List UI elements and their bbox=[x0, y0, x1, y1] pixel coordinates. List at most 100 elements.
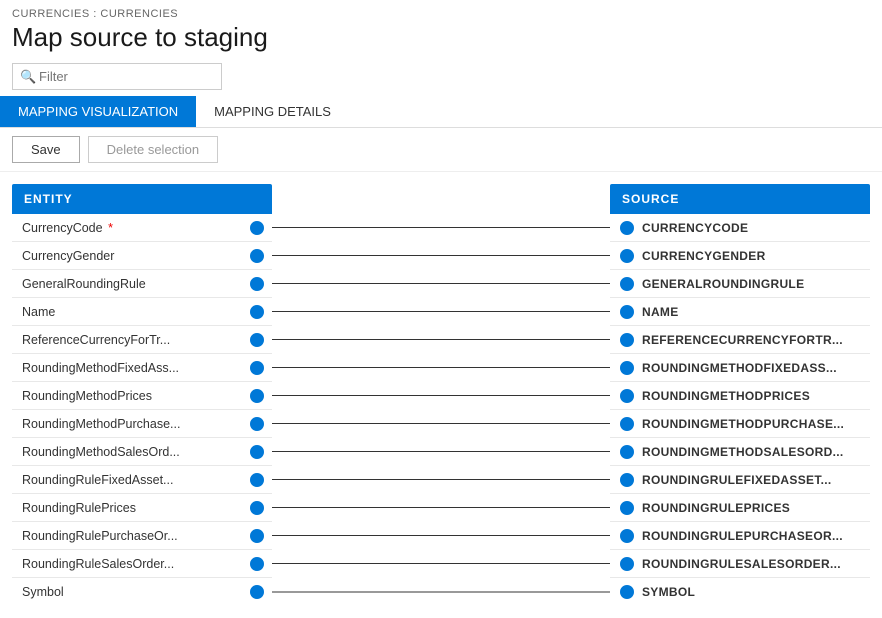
source-dot bbox=[620, 277, 634, 291]
source-dot bbox=[620, 389, 634, 403]
entity-dot bbox=[250, 277, 264, 291]
entity-row-label: CurrencyGender bbox=[22, 249, 244, 263]
entity-row-label: RoundingRuleSalesOrder... bbox=[22, 557, 244, 571]
entity-row[interactable]: RoundingMethodPurchase... bbox=[12, 410, 272, 438]
source-dot bbox=[620, 501, 634, 515]
source-dot bbox=[620, 473, 634, 487]
source-dot bbox=[620, 585, 634, 599]
entity-dot bbox=[250, 445, 264, 459]
source-row[interactable]: ROUNDINGRULEPURCHASEOR... bbox=[610, 522, 870, 550]
source-dot bbox=[620, 417, 634, 431]
entity-dot bbox=[250, 417, 264, 431]
source-dot bbox=[620, 557, 634, 571]
tab-mapping-visualization[interactable]: MAPPING VISUALIZATION bbox=[0, 96, 196, 127]
source-dot bbox=[620, 529, 634, 543]
source-row[interactable]: ROUNDINGMETHODPRICES bbox=[610, 382, 870, 410]
source-row-label: ROUNDINGRULEPRICES bbox=[642, 501, 790, 515]
entity-row[interactable]: GeneralRoundingRule bbox=[12, 270, 272, 298]
entity-dot bbox=[250, 249, 264, 263]
entity-dot bbox=[250, 333, 264, 347]
source-row[interactable]: ROUNDINGRULEFIXEDASSET... bbox=[610, 466, 870, 494]
source-row[interactable]: REFERENCECURRENCYFORTR... bbox=[610, 326, 870, 354]
source-row-label: CURRENCYCODE bbox=[642, 221, 748, 235]
entity-row-label: Name bbox=[22, 305, 244, 319]
entity-dot bbox=[250, 473, 264, 487]
entity-dot bbox=[250, 221, 264, 235]
tabs-row: MAPPING VISUALIZATION MAPPING DETAILS bbox=[0, 96, 882, 128]
source-row-label: GENERALROUNDINGRULE bbox=[642, 277, 804, 291]
entity-row-label: RoundingMethodPrices bbox=[22, 389, 244, 403]
entity-row[interactable]: CurrencyGender bbox=[12, 242, 272, 270]
save-button[interactable]: Save bbox=[12, 136, 80, 163]
breadcrumb: CURRENCIES : CURRENCIES bbox=[12, 8, 870, 20]
entity-panel-header: ENTITY bbox=[12, 184, 272, 214]
toolbar: Save Delete selection bbox=[0, 128, 882, 172]
entity-row[interactable]: CurrencyCode * bbox=[12, 214, 272, 242]
entity-dot bbox=[250, 305, 264, 319]
entity-row-label: RoundingRulePurchaseOr... bbox=[22, 529, 244, 543]
source-row[interactable]: CURRENCYGENDER bbox=[610, 242, 870, 270]
entity-dot bbox=[250, 529, 264, 543]
source-row[interactable]: CURRENCYCODE bbox=[610, 214, 870, 242]
search-icon: 🔍 bbox=[20, 69, 36, 85]
delete-selection-button[interactable]: Delete selection bbox=[88, 136, 219, 163]
source-dot bbox=[620, 361, 634, 375]
entity-row-label: CurrencyCode * bbox=[22, 221, 244, 235]
source-row-label: ROUNDINGMETHODFIXEDASS... bbox=[642, 361, 837, 375]
entity-dot bbox=[250, 501, 264, 515]
source-row[interactable]: NAME bbox=[610, 298, 870, 326]
entity-dot bbox=[250, 557, 264, 571]
source-row[interactable]: ROUNDINGMETHODSALESORD... bbox=[610, 438, 870, 466]
source-dot bbox=[620, 221, 634, 235]
entity-row[interactable]: RoundingMethodFixedAss... bbox=[12, 354, 272, 382]
entity-row[interactable]: RoundingRuleFixedAsset... bbox=[12, 466, 272, 494]
entity-dot bbox=[250, 361, 264, 375]
source-panel: SOURCE CURRENCYCODE CURRENCYGENDER GENERAL… bbox=[610, 184, 870, 606]
source-row-label: ROUNDINGMETHODSALESORD... bbox=[642, 445, 844, 459]
source-row-label: ROUNDINGMETHODPRICES bbox=[642, 389, 810, 403]
connector-lines bbox=[272, 184, 610, 600]
entity-row-label: RoundingRulePrices bbox=[22, 501, 244, 515]
source-dot bbox=[620, 333, 634, 347]
tab-mapping-details[interactable]: MAPPING DETAILS bbox=[196, 96, 349, 127]
entity-row-label: RoundingRuleFixedAsset... bbox=[22, 473, 244, 487]
entity-row[interactable]: Name bbox=[12, 298, 272, 326]
entity-row[interactable]: Symbol bbox=[12, 578, 272, 606]
panels-container: ENTITY CurrencyCode * CurrencyGender Gener… bbox=[12, 184, 870, 606]
entity-row[interactable]: RoundingRulePurchaseOr... bbox=[12, 522, 272, 550]
mapping-area: ENTITY CurrencyCode * CurrencyGender Gener… bbox=[0, 172, 882, 618]
source-row[interactable]: ROUNDINGRULESALESORDER... bbox=[610, 550, 870, 578]
source-row[interactable]: GENERALROUNDINGRULE bbox=[610, 270, 870, 298]
source-row[interactable]: SYMBOL bbox=[610, 578, 870, 606]
entity-row[interactable]: RoundingMethodPrices bbox=[12, 382, 272, 410]
entity-row-label: RoundingMethodSalesOrd... bbox=[22, 445, 244, 459]
source-row-label: REFERENCECURRENCYFORTR... bbox=[642, 333, 843, 347]
mapping-lines bbox=[272, 184, 610, 600]
page-title: Map source to staging bbox=[12, 22, 870, 53]
source-row[interactable]: ROUNDINGMETHODFIXEDASS... bbox=[610, 354, 870, 382]
entity-row[interactable]: RoundingRulePrices bbox=[12, 494, 272, 522]
source-row-label: CURRENCYGENDER bbox=[642, 249, 766, 263]
entity-row-label: RoundingMethodFixedAss... bbox=[22, 361, 244, 375]
source-row[interactable]: ROUNDINGMETHODPURCHASE... bbox=[610, 410, 870, 438]
source-panel-header: SOURCE bbox=[610, 184, 870, 214]
entity-row-label: ReferenceCurrencyForTr... bbox=[22, 333, 244, 347]
entity-row-label: Symbol bbox=[22, 585, 244, 599]
source-dot bbox=[620, 249, 634, 263]
source-row-label: ROUNDINGRULEFIXEDASSET... bbox=[642, 473, 832, 487]
source-dot bbox=[620, 445, 634, 459]
entity-row[interactable]: RoundingMethodSalesOrd... bbox=[12, 438, 272, 466]
source-row-label: NAME bbox=[642, 305, 679, 319]
source-row-label: ROUNDINGMETHODPURCHASE... bbox=[642, 417, 844, 431]
entity-row[interactable]: RoundingRuleSalesOrder... bbox=[12, 550, 272, 578]
source-row-label: ROUNDINGRULESALESORDER... bbox=[642, 557, 841, 571]
entity-row[interactable]: ReferenceCurrencyForTr... bbox=[12, 326, 272, 354]
entity-row-label: RoundingMethodPurchase... bbox=[22, 417, 244, 431]
source-dot bbox=[620, 305, 634, 319]
source-row[interactable]: ROUNDINGRULEPRICES bbox=[610, 494, 870, 522]
source-row-label: SYMBOL bbox=[642, 585, 695, 599]
entity-dot bbox=[250, 585, 264, 599]
filter-input[interactable] bbox=[12, 63, 222, 90]
entity-dot bbox=[250, 389, 264, 403]
entity-panel: ENTITY CurrencyCode * CurrencyGender Gener… bbox=[12, 184, 272, 606]
